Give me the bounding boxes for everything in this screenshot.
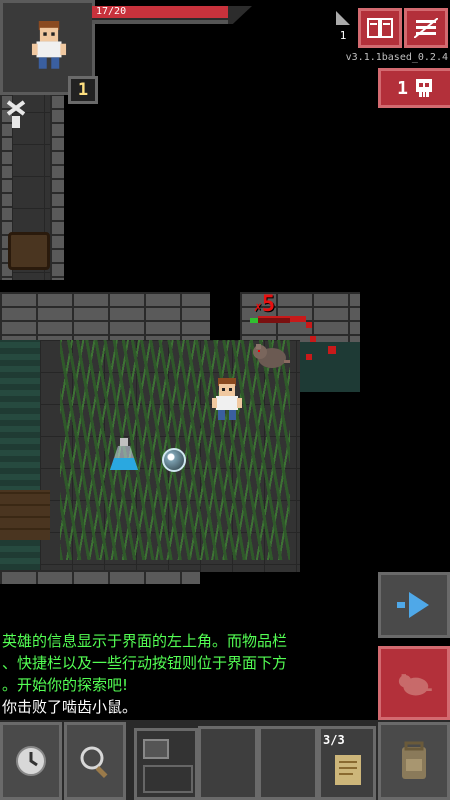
hp-text: 17/20 bbox=[96, 6, 127, 17]
quickslot-2[interactable] bbox=[258, 726, 318, 800]
danger-count: 1 bbox=[397, 77, 408, 99]
level-badge: 1 bbox=[68, 76, 98, 104]
enemy-hp-fill bbox=[250, 318, 258, 323]
potion-item[interactable] bbox=[108, 438, 140, 474]
corridor-wall-right bbox=[50, 80, 64, 280]
menu-button[interactable] bbox=[404, 8, 448, 48]
hero-sprite[interactable] bbox=[210, 378, 244, 422]
wait-button[interactable] bbox=[0, 722, 62, 800]
bone-icon bbox=[6, 100, 26, 130]
rat-enemy[interactable] bbox=[250, 336, 290, 372]
log-line: 你击败了啮齿小鼠。 bbox=[2, 698, 138, 716]
blood-dot bbox=[328, 346, 336, 354]
exp-bar bbox=[92, 20, 228, 24]
log-line: 英雄的信息显示于界面的左上角。而物品栏 bbox=[2, 632, 288, 650]
hero-portrait bbox=[29, 21, 69, 71]
backpack-button[interactable] bbox=[378, 722, 450, 800]
level-value: 1 bbox=[77, 80, 89, 100]
damage-popup: ✗5 bbox=[254, 292, 275, 317]
danger-indicator[interactable]: 1 bbox=[378, 68, 450, 108]
mini-slot-icon bbox=[143, 739, 169, 759]
resume-button[interactable] bbox=[378, 572, 450, 638]
game-log: 英雄的信息显示于界面的左上角。而物品栏 、快捷栏以及一些行动按钮则位于界面下方 … bbox=[2, 630, 378, 718]
log-line: 。开始你的探索吧! bbox=[2, 676, 129, 694]
room-wall-bottom bbox=[0, 570, 200, 584]
clock-icon bbox=[16, 746, 46, 776]
barrel bbox=[8, 232, 50, 270]
wooden-door bbox=[0, 490, 50, 540]
stairs-icon bbox=[336, 11, 350, 25]
quickslot-3[interactable]: 3/3 bbox=[318, 726, 376, 800]
enemy-hp-bar bbox=[250, 318, 290, 323]
magnifier-icon bbox=[80, 746, 108, 778]
room-wall-top bbox=[0, 292, 210, 340]
damage-value: 5 bbox=[261, 292, 276, 317]
attack-button[interactable] bbox=[378, 646, 450, 720]
version-text: v3.1.1based_0.2.4 bbox=[345, 52, 448, 63]
arrow-right-icon bbox=[397, 592, 429, 618]
damage-icon: ✗ bbox=[254, 300, 262, 315]
skull-icon bbox=[415, 79, 432, 97]
quickslot-count: 3/3 bbox=[323, 733, 345, 747]
journal-button[interactable] bbox=[358, 8, 402, 48]
search-button[interactable] bbox=[64, 722, 126, 800]
log-line: 、快捷栏以及一些行动按钮则位于界面下方 bbox=[2, 654, 288, 672]
rat-target-icon bbox=[398, 674, 432, 696]
book-icon bbox=[367, 18, 393, 38]
dewdrop-item[interactable] bbox=[162, 448, 186, 472]
scroll-icon bbox=[335, 755, 361, 785]
quickslot-1[interactable] bbox=[198, 726, 258, 800]
quickslot-small[interactable] bbox=[134, 728, 198, 800]
menu-icon bbox=[414, 18, 438, 38]
depth-value: 1 bbox=[339, 29, 347, 42]
backpack-icon bbox=[402, 741, 426, 779]
mini-slot-grid bbox=[143, 765, 193, 793]
depth-indicator: 1 bbox=[332, 10, 354, 46]
